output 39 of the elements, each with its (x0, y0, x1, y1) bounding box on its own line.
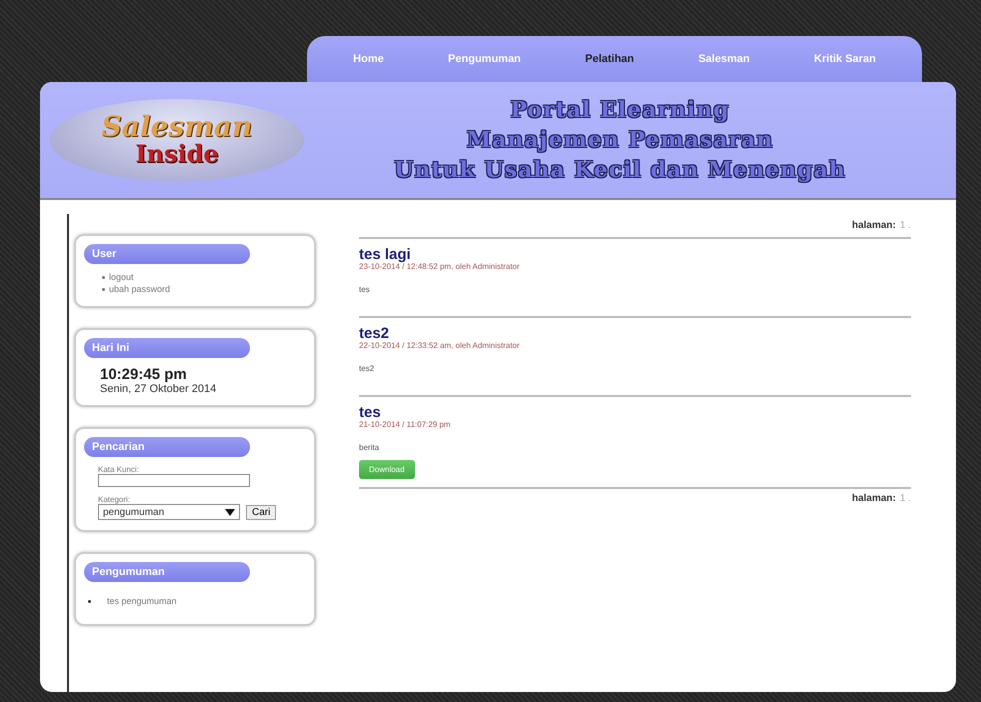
pagination-label: halaman: (852, 493, 896, 504)
clock-date: Senin, 27 Oktober 2014 (100, 383, 218, 395)
category-dropdown[interactable]: pengumuman (98, 504, 240, 520)
bullet-icon (88, 600, 91, 602)
post-body: tes2 (359, 364, 374, 373)
post-meta: 21-10-2014 / 11:07:29 pm (359, 420, 450, 429)
widget-title: Hari Ini (84, 338, 250, 358)
bullet-icon (102, 276, 105, 278)
post-title[interactable]: tes2 (359, 326, 390, 341)
widget-title: Pengumuman (84, 562, 250, 582)
nav-link[interactable]: Home (347, 49, 390, 69)
sidebar-link[interactable]: ubah password (109, 284, 170, 294)
logo-text: Inside (135, 140, 219, 168)
post-meta: 22-10-2014 / 12:33:52 am, oleh Administrator (359, 341, 520, 350)
nav-link[interactable]: Salesman (692, 49, 756, 69)
field-label: Kata Kunci: (98, 465, 139, 474)
post-body: tes (359, 285, 370, 294)
nav-link[interactable]: Pengumuman (442, 49, 527, 69)
field-label: Kategori: (98, 495, 130, 504)
bullet-icon (102, 288, 105, 290)
site-title: Manajemen Pemasaran (466, 127, 774, 153)
clock-time: 10:29:45 pm (100, 366, 188, 383)
nav-link[interactable]: Kritik Saran (808, 49, 882, 69)
keyword-field[interactable] (98, 474, 250, 487)
logo-text: Salesman (102, 112, 252, 141)
pagination-label: halaman: (852, 220, 896, 231)
post-meta: 23-10-2014 / 12:48:52 pm, oleh Administrator (359, 262, 520, 271)
site-title: Portal Elearning (510, 97, 730, 123)
site-title: Untuk Usaha Kecil dan Menengah (394, 157, 846, 183)
announcement-link[interactable]: tes pengumuman (107, 596, 177, 606)
nav-link[interactable]: Pelatihan (579, 49, 640, 69)
widget-title: Pencarian (84, 437, 250, 457)
search-button[interactable]: Cari (246, 504, 276, 520)
post-body: berita (359, 443, 380, 452)
sidebar-link[interactable]: logout (109, 272, 134, 282)
post-title[interactable]: tes (359, 405, 381, 420)
download-button[interactable]: Download (359, 460, 415, 479)
widget-title: User (84, 244, 250, 264)
post-title[interactable]: tes lagi (359, 247, 411, 262)
